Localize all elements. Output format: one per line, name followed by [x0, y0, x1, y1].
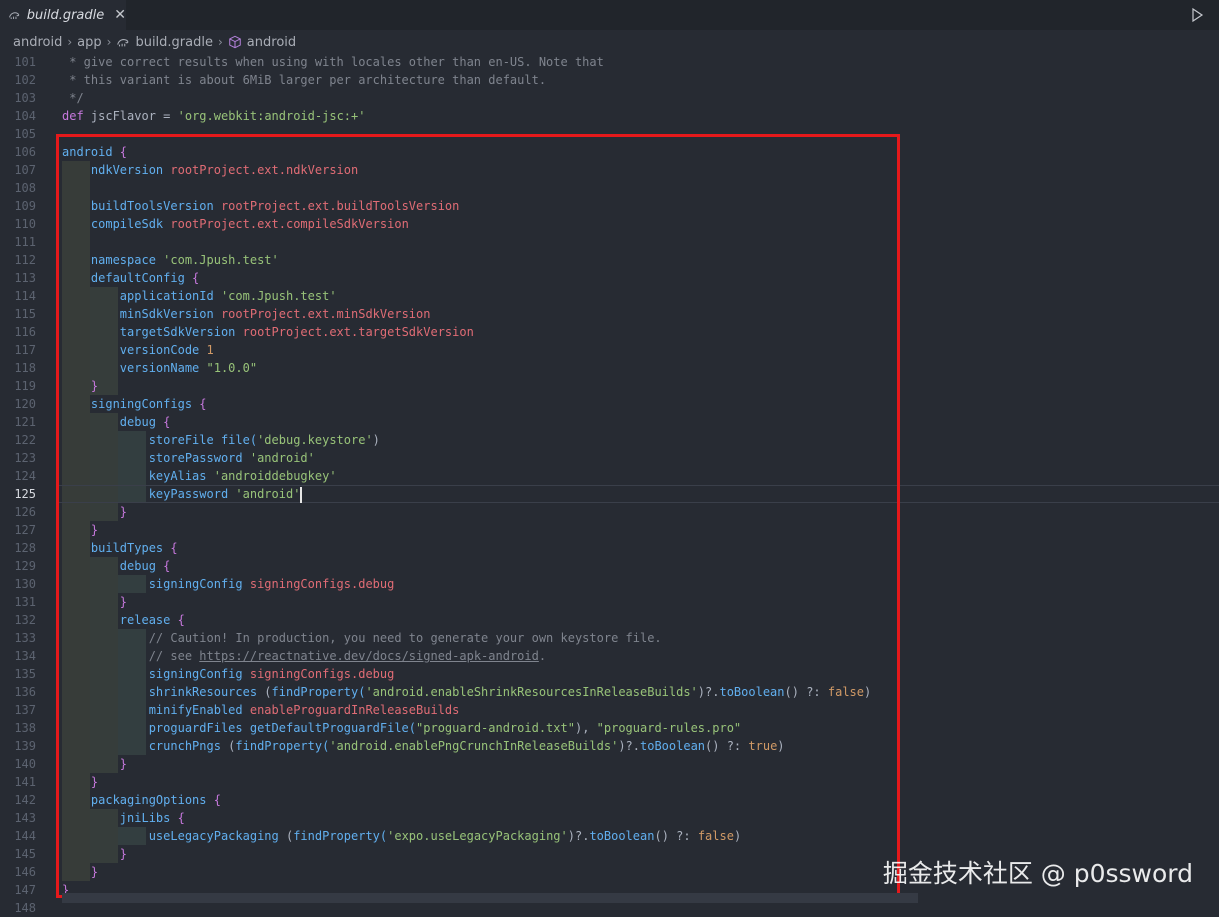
line-number: 144	[14, 829, 36, 843]
line-number: 107	[14, 163, 36, 177]
line-number: 124	[14, 469, 36, 483]
tab-title: build.gradle	[26, 7, 105, 23]
line-number: 103	[14, 91, 36, 105]
line-number: 141	[14, 775, 36, 789]
watermark: 掘金技术社区 @ p0ssword	[882, 859, 1193, 888]
line-number: 139	[14, 739, 36, 753]
code-line[interactable]: 101 * give correct results when using wi…	[0, 53, 1219, 71]
line-number: 104	[14, 109, 36, 123]
line-number: 145	[14, 847, 36, 861]
line-number: 131	[14, 595, 36, 609]
line-number: 112	[14, 253, 36, 267]
line-number: 114	[14, 289, 36, 303]
line-number: 127	[14, 523, 36, 537]
code-text: def jscFlavor = 'org.webkit:android-jsc:…	[62, 107, 365, 125]
chevron-right-icon: ›	[67, 35, 73, 49]
tab-build-gradle[interactable]: build.gradle ✕	[0, 0, 126, 30]
cube-symbol-icon	[229, 35, 241, 49]
chevron-right-icon: ›	[106, 35, 112, 49]
gradle-file-icon	[117, 39, 129, 47]
code-token: * this variant is about 6MiB larger per …	[62, 73, 547, 87]
breadcrumb-android-folder[interactable]: android	[13, 35, 62, 50]
code-line[interactable]: 103 */	[0, 89, 1219, 107]
line-number: 128	[14, 541, 36, 555]
breadcrumb-app-folder[interactable]: app	[77, 35, 101, 50]
line-number: 117	[14, 343, 36, 357]
code-token: =	[155, 109, 178, 123]
line-number: 123	[14, 451, 36, 465]
line-number: 135	[14, 667, 36, 681]
line-number: 126	[14, 505, 36, 519]
line-number: 133	[14, 631, 36, 645]
line-number: 113	[14, 271, 36, 285]
line-number: 125	[14, 487, 36, 501]
code-text: * this variant is about 6MiB larger per …	[62, 71, 546, 89]
annotation-red-box	[56, 134, 900, 898]
line-number: 122	[14, 433, 36, 447]
gradle-file-icon	[9, 12, 20, 19]
line-number: 118	[14, 361, 36, 375]
line-number: 121	[14, 415, 36, 429]
line-number: 132	[14, 613, 36, 627]
line-number: 101	[14, 55, 36, 69]
line-number: 137	[14, 703, 36, 717]
breadcrumb-android-block[interactable]: android	[247, 35, 296, 50]
line-number: 136	[14, 685, 36, 699]
line-number: 108	[14, 181, 36, 195]
line-number: 143	[14, 811, 36, 825]
line-number: 148	[14, 901, 36, 915]
tab-bar: build.gradle ✕	[0, 0, 1219, 30]
line-number: 102	[14, 73, 36, 87]
line-number: 146	[14, 865, 36, 879]
code-token: def	[62, 109, 91, 123]
run-icon[interactable]	[1189, 7, 1205, 23]
line-number: 140	[14, 757, 36, 771]
line-number: 111	[14, 235, 36, 249]
code-text: */	[62, 89, 84, 107]
line-number: 110	[14, 217, 36, 231]
code-line[interactable]: 104 def jscFlavor = 'org.webkit:android-j…	[0, 107, 1219, 125]
code-token: */	[62, 91, 84, 105]
line-number: 105	[14, 127, 36, 141]
line-number: 147	[14, 883, 36, 897]
line-number: 109	[14, 199, 36, 213]
line-number: 129	[14, 559, 36, 573]
line-number: 134	[14, 649, 36, 663]
line-number: 119	[14, 379, 36, 393]
breadcrumb: android › app › build.gradle › android	[0, 32, 1219, 52]
code-token: * give correct results when using with l…	[62, 55, 604, 69]
chevron-right-icon: ›	[217, 35, 223, 49]
line-number: 116	[14, 325, 36, 339]
line-number: 106	[14, 145, 36, 159]
code-token: 'org.webkit:android-jsc:+'	[177, 109, 366, 123]
horizontal-scrollbar[interactable]	[62, 893, 918, 903]
line-number: 138	[14, 721, 36, 735]
code-token: jscFlavor	[90, 109, 156, 123]
code-text: * give correct results when using with l…	[62, 53, 604, 71]
line-number: 130	[14, 577, 36, 591]
line-number: 142	[14, 793, 36, 807]
line-number: 115	[14, 307, 36, 321]
line-number: 120	[14, 397, 36, 411]
close-tab-icon[interactable]: ✕	[114, 7, 126, 23]
code-line[interactable]: 102 * this variant is about 6MiB larger …	[0, 71, 1219, 89]
breadcrumb-build-gradle[interactable]: build.gradle	[135, 35, 213, 50]
